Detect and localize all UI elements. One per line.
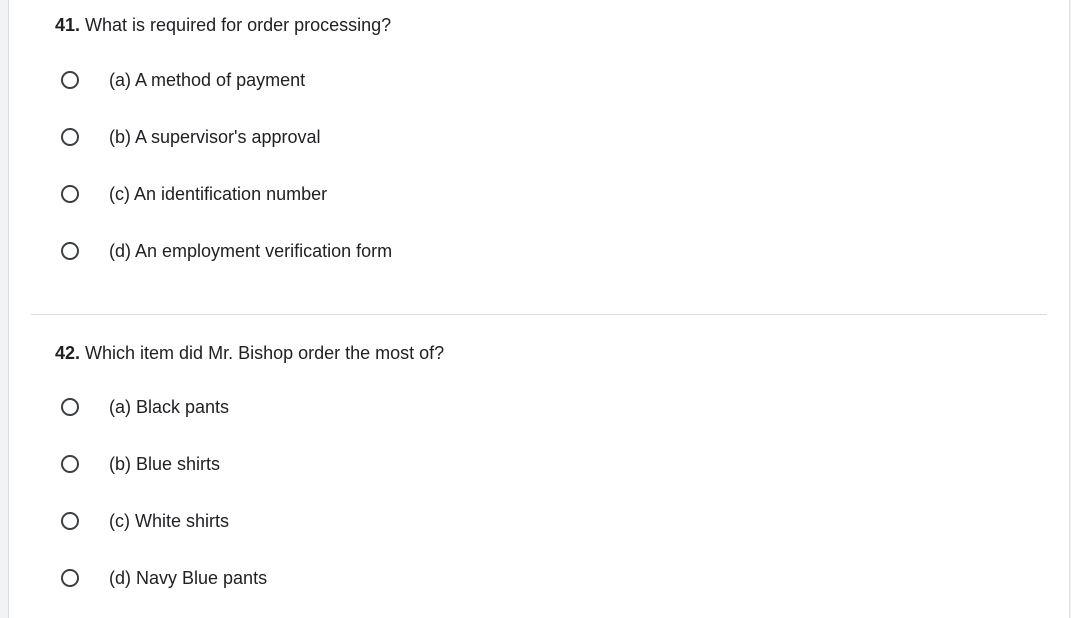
question-title: 42. Which item did Mr. Bishop order the … — [55, 341, 444, 365]
option-label: (b) Blue shirts — [109, 454, 221, 474]
option-42-c[interactable]: (c) White shirts — [61, 506, 229, 536]
option-label: (a) Black pants — [109, 397, 230, 417]
option-label: (b) A supervisor's approval — [109, 127, 321, 147]
radio-unchecked-icon[interactable] — [61, 512, 79, 530]
question-number: 42. — [55, 343, 81, 363]
option-41-a[interactable]: (a) A method of payment — [61, 65, 305, 95]
radio-unchecked-icon[interactable] — [61, 455, 79, 473]
option-label: (a) A method of payment — [109, 70, 306, 90]
option-41-c[interactable]: (c) An identification number — [61, 179, 327, 209]
quiz-card: 41. What is required for order processin… — [8, 0, 1070, 618]
option-41-b[interactable]: (b) A supervisor's approval — [61, 122, 321, 152]
question-text: Which item did Mr. Bishop order the most… — [80, 343, 445, 363]
option-42-b[interactable]: (b) Blue shirts — [61, 449, 220, 479]
option-42-a[interactable]: (a) Black pants — [61, 392, 229, 422]
question-title: 41. What is required for order processin… — [55, 13, 391, 37]
option-label: (c) White shirts — [109, 511, 230, 531]
radio-unchecked-icon[interactable] — [61, 398, 79, 416]
option-label: (d) An employment verification form — [109, 241, 393, 261]
option-41-d[interactable]: (d) An employment verification form — [61, 236, 392, 266]
option-42-d[interactable]: (d) Navy Blue pants — [61, 563, 267, 593]
option-label: (c) An identification number — [109, 184, 328, 204]
option-label: (d) Navy Blue pants — [109, 568, 268, 588]
radio-unchecked-icon[interactable] — [61, 128, 79, 146]
question-divider — [31, 314, 1047, 315]
radio-unchecked-icon[interactable] — [61, 185, 79, 203]
question-text: What is required for order processing? — [80, 15, 392, 35]
radio-unchecked-icon[interactable] — [61, 569, 79, 587]
radio-unchecked-icon[interactable] — [61, 71, 79, 89]
question-number: 41. — [55, 15, 81, 35]
radio-unchecked-icon[interactable] — [61, 242, 79, 260]
